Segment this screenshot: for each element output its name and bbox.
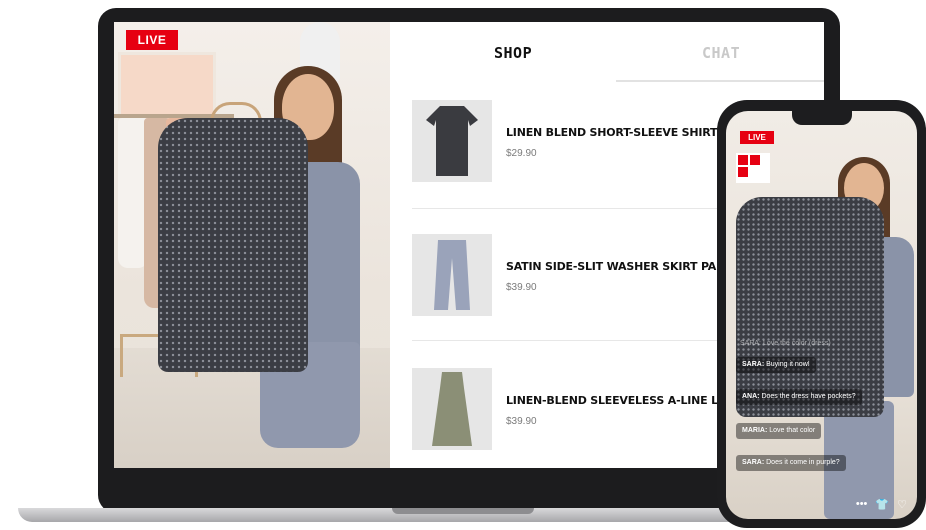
product-price: $39.90 [506, 416, 537, 427]
featured-dress [158, 118, 308, 372]
live-video[interactable]: LIVE [114, 22, 390, 468]
live-badge: LIVE [126, 30, 178, 50]
chat-message: SARA: Does it come in purple? [736, 455, 846, 471]
chat-message: SARA: Buying it now! [736, 357, 816, 373]
chat-message: ANA: Does the dress have pockets? [736, 389, 862, 405]
phone-notch [792, 111, 852, 125]
chat-user: SARA: [742, 459, 765, 466]
logo-square [750, 155, 760, 165]
phone: LIVE SARA: Love the color (dress) SARA: … [717, 100, 926, 528]
product-name[interactable]: LINEN BLEND SHORT-SLEEVE SHIRT [506, 126, 718, 139]
product-name[interactable]: SATIN SIDE-SLIT WASHER SKIRT PANT [506, 260, 733, 273]
tab-underline [616, 80, 824, 82]
chat-user: MARIA: [742, 427, 768, 434]
product-name[interactable]: LINEN-BLEND SLEEVELESS A-LINE LO [506, 394, 727, 407]
pants-icon [434, 240, 470, 310]
featured-dress [736, 197, 884, 417]
chat-text: Buying it now! [766, 361, 810, 368]
heart-icon[interactable]: ♡ [897, 498, 907, 511]
chat-message-faded: SARA: Love the color (dress) [740, 340, 831, 347]
live-badge: LIVE [740, 131, 774, 144]
logo-square [738, 167, 748, 177]
dress-icon [432, 372, 472, 446]
product-thumbnail[interactable] [412, 368, 492, 450]
shirt-icon[interactable]: 👕 [875, 498, 889, 511]
more-icon[interactable]: ••• [856, 498, 868, 511]
chat-message: MARIA: Love that color [736, 423, 822, 439]
product-price: $29.90 [506, 148, 537, 159]
logo-square [738, 155, 748, 165]
brand-logo [736, 153, 770, 183]
laptop-notch [392, 508, 534, 514]
shirt-icon [426, 106, 478, 176]
chat-text: Love that color [769, 427, 816, 434]
product-thumbnail[interactable] [412, 100, 492, 182]
phone-action-bar: ••• 👕 ♡ [856, 498, 907, 511]
chat-user: ANA: [742, 393, 760, 400]
chat-text: Does it come in purple? [766, 459, 840, 466]
product-price: $39.90 [506, 282, 537, 293]
phone-screen[interactable]: LIVE SARA: Love the color (dress) SARA: … [726, 111, 917, 519]
chat-user: SARA: [742, 361, 765, 368]
tab-chat[interactable]: CHAT [702, 44, 740, 62]
chat-text: Does the dress have pockets? [761, 393, 856, 400]
tab-shop[interactable]: SHOP [494, 44, 532, 62]
product-thumbnail[interactable] [412, 234, 492, 316]
